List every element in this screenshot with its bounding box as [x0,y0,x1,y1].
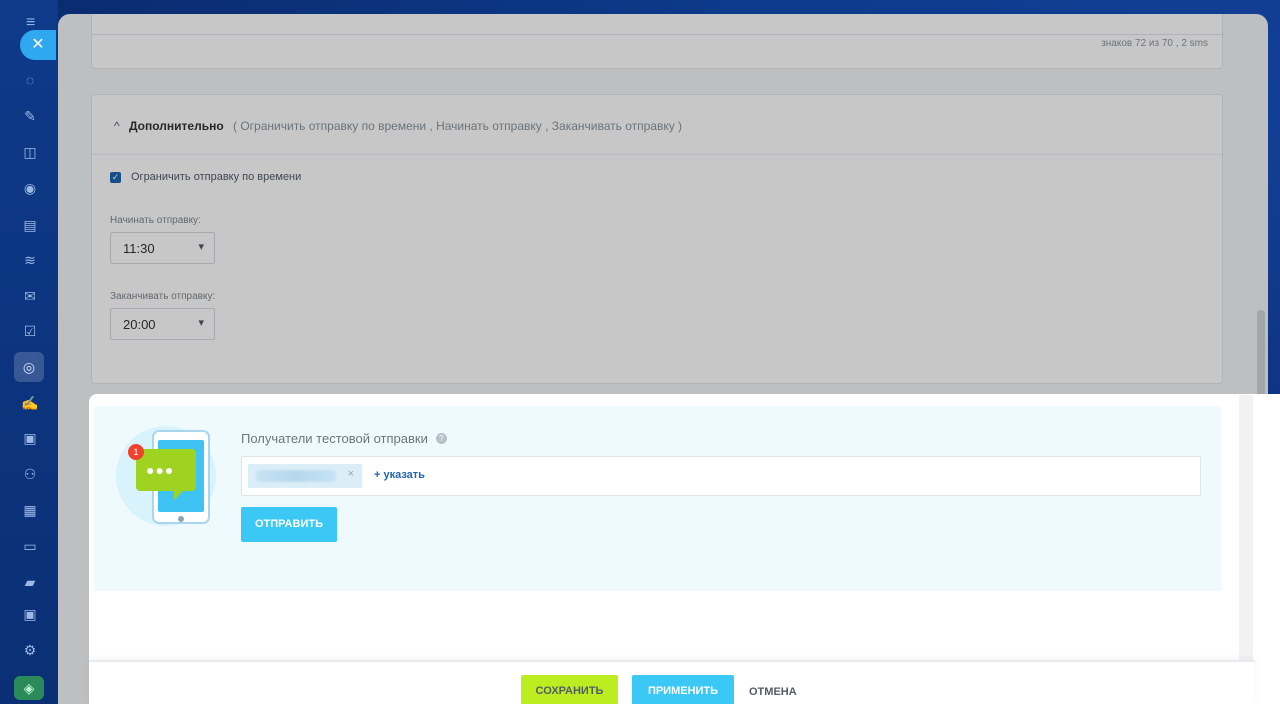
test-send-section: ●●● 1 Получатели тестовой отправки ? × +… [89,394,1280,704]
notification-badge: 1 [128,444,144,460]
start-time-select[interactable]: 11:30 ▾ [110,232,215,264]
start-time-label: Начинать отправку: [110,215,201,226]
settings-icon[interactable]: ⚙ [20,640,40,660]
remove-recipient-icon[interactable]: × [348,468,354,480]
help-icon[interactable]: ? [435,433,447,444]
marketing-icon[interactable]: ◎ [14,352,44,382]
chevron-down-icon: ▾ [198,317,204,329]
test-recipients-title: Получатели тестовой отправки ? [241,431,447,446]
recipient-tag: × [248,464,362,488]
funnel-icon[interactable]: ≋ [20,250,40,270]
documents-icon[interactable]: ▤ [20,215,40,235]
checklist-icon[interactable]: ☑ [20,321,40,341]
store-icon[interactable]: ▰ [20,572,40,592]
add-recipient-link[interactable]: + указать [374,469,425,481]
sms-text-card: знаков 72 из 70 , 2 sms [91,14,1224,69]
recipients-field[interactable]: × + указать [241,456,1201,496]
app-sidebar: ≡ ✕ ◌ ✎ ◫ ◉ ▤ ≋ ✉ ☑ ◎ ✍ ▣ ⚇ ▦ ▭ ▰ ▣ ⚙ ◈ [0,0,58,704]
start-time-value: 11:30 [123,241,155,256]
chat-icon[interactable]: ◫ [20,142,40,162]
footer-toolbar: СОХРАНИТЬ ПРИМЕНИТЬ ОТМЕНА [89,660,1255,704]
sites-icon[interactable]: ▣ [20,428,40,448]
save-button[interactable]: СОХРАНИТЬ [521,675,618,704]
char-counter: знаков 72 из 70 , 2 sms [1101,38,1208,49]
end-time-value: 20:00 [123,317,156,332]
send-test-button[interactable]: ОТПРАВИТЬ [241,507,337,542]
end-time-label: Заканчивать отправку: [110,291,216,302]
limit-time-row[interactable]: ✓ Ограничить отправку по времени [110,171,301,183]
limit-time-checkbox[interactable]: ✓ [110,171,121,183]
message-bubble-icon: ●●● [136,449,196,500]
cancel-button[interactable]: ОТМЕНА [749,686,797,698]
end-time-select[interactable]: 20:00 ▾ [110,308,215,340]
scrollbar-track[interactable] [1239,395,1253,660]
calendar-icon[interactable]: ▣ [20,604,40,624]
tasks-icon[interactable]: ✎ [20,106,40,126]
chevron-down-icon: ▾ [198,241,204,253]
additional-settings-card: ^ Дополнительно ( Ограничить отправку по… [91,94,1223,384]
sms-text-area[interactable] [92,14,1224,35]
files-icon[interactable]: ▦ [20,500,40,520]
mail-icon[interactable]: ✉ [20,286,40,306]
additional-settings-header[interactable]: ^ Дополнительно ( Ограничить отправку по… [92,95,1222,155]
additional-title: Дополнительно [128,119,224,133]
recipient-name-blurred [256,470,336,482]
close-slider-button[interactable]: ✕ [20,30,56,60]
payments-icon[interactable]: ▭ [20,536,40,556]
limit-time-label: Ограничить отправку по времени [131,171,302,183]
chevron-up-icon: ^ [114,119,120,133]
signature-icon[interactable]: ✍ [20,393,40,413]
apply-button[interactable]: ПРИМЕНИТЬ [632,675,734,704]
test-send-box: ●●● 1 Получатели тестовой отправки ? × +… [94,406,1221,591]
additional-hint: ( Ограничить отправку по времени , Начин… [233,119,683,133]
activity-icon[interactable]: ◌ [20,70,40,90]
crm-icon[interactable]: ◉ [20,178,40,198]
contacts-icon[interactable]: ⚇ [20,464,40,484]
market-icon[interactable]: ◈ [14,676,44,700]
menu-icon[interactable]: ≡ [26,15,44,31]
